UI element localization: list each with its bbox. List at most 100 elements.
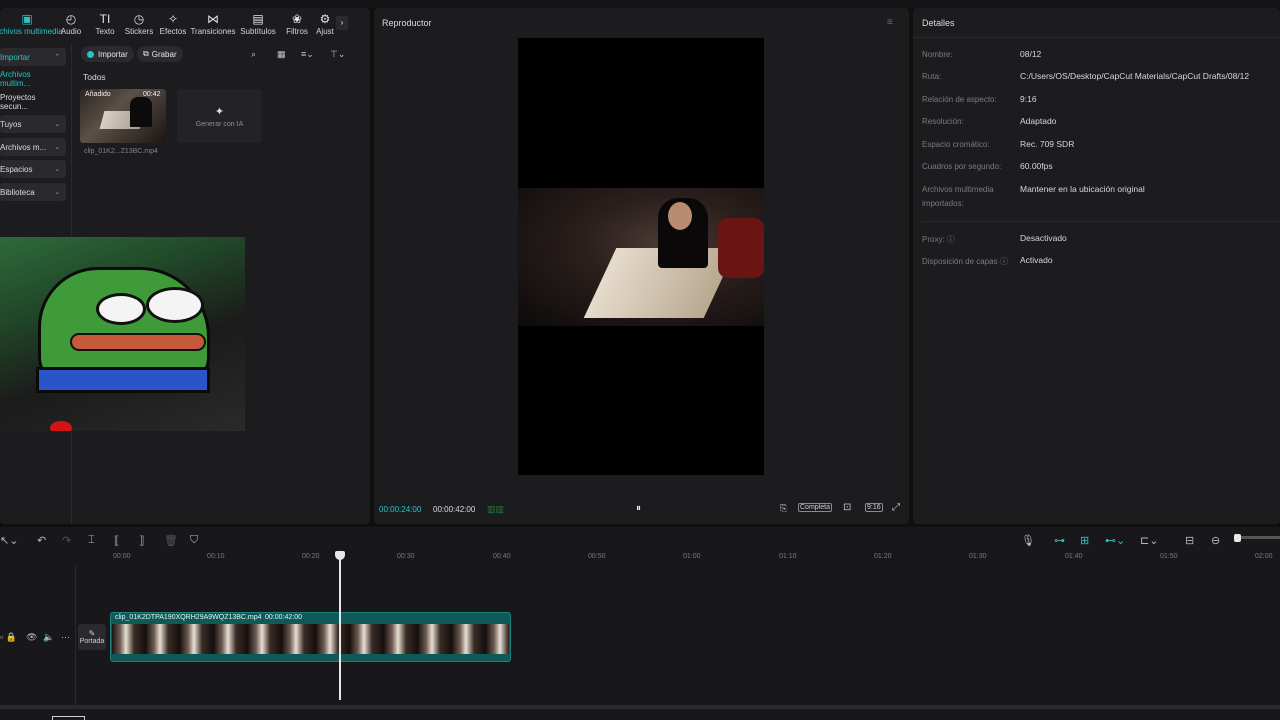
detail-label-colorspace: Espacio cromático:: [922, 140, 990, 149]
tab-audio[interactable]: ◴ Audio: [54, 8, 88, 40]
search-icon[interactable]: ⌕: [251, 49, 256, 60]
audio-icon: ◴: [65, 12, 77, 26]
sidebar-item-yours[interactable]: Tuyos ⌄: [0, 115, 66, 133]
import-icon: [87, 50, 94, 58]
more-options-icon[interactable]: ⋯: [61, 632, 70, 643]
text-icon: TI: [99, 12, 111, 26]
tick-label: 00:00: [113, 553, 131, 560]
undo-icon[interactable]: ↶: [37, 534, 46, 547]
detail-value-layers: Activado: [1020, 255, 1053, 265]
tab-filters[interactable]: ❀ Filtros: [280, 8, 314, 40]
trim-left-icon[interactable]: ⟦: [114, 534, 119, 547]
sidebar-item-library[interactable]: Biblioteca ⌄: [0, 183, 66, 201]
zoom-slider[interactable]: [1235, 536, 1280, 539]
trim-right-icon[interactable]: ⟧: [139, 534, 144, 547]
info-icon[interactable]: ⓘ: [947, 235, 955, 244]
grid-view-icon[interactable]: ▦: [277, 49, 286, 60]
linkage-icon[interactable]: ⊷⌄: [1105, 534, 1125, 547]
tab-effects[interactable]: ✧ Efectos: [156, 8, 190, 40]
import-button[interactable]: Importar: [81, 46, 134, 62]
zoom-out-icon[interactable]: ⊖: [1211, 534, 1220, 547]
caption-icon[interactable]: ⊟: [1185, 534, 1194, 547]
detail-label-aspect: Relación de aspecto:: [922, 95, 997, 104]
fullscreen-icon[interactable]: ⤢: [892, 502, 900, 513]
aspect-ratio-button[interactable]: 9:16: [865, 503, 883, 512]
zoom-fit-icon[interactable]: ⊡: [843, 502, 851, 513]
video-frame: [518, 188, 764, 326]
timeline-scrollbar[interactable]: [0, 705, 1280, 709]
pepe-shirt: [36, 367, 210, 393]
tick-label: 01:10: [779, 553, 797, 560]
pause-icon[interactable]: ⏸: [636, 503, 641, 514]
details-divider: [913, 37, 1280, 38]
generate-with-ai-button[interactable]: ✦ Generar con IA: [177, 89, 262, 143]
zoom-slider-handle[interactable]: [1234, 534, 1241, 542]
tick-label: 01:00: [683, 553, 701, 560]
detail-label-imported-cont: importados:: [922, 199, 964, 208]
pencil-icon: ✎: [88, 629, 96, 638]
playhead[interactable]: [339, 554, 341, 700]
frame-face: [668, 202, 692, 230]
detail-value-path: C:/Users/OS/Desktop/CapCut Materials/Cap…: [1020, 71, 1250, 81]
full-quality-button[interactable]: Completa: [798, 503, 832, 512]
audio-track-icon[interactable]: 🔈: [43, 632, 54, 643]
camera-icon: ⧉: [143, 49, 149, 58]
microphone-icon[interactable]: 🎙: [1021, 534, 1035, 547]
filter-icon[interactable]: ⊤⌄: [330, 49, 345, 60]
pepe-eye-right: [146, 287, 204, 323]
edit-frame-icon[interactable]: ⎘: [780, 503, 787, 514]
effects-icon: ✧: [167, 12, 179, 26]
split-icon[interactable]: ⌶: [88, 534, 95, 547]
details-title: Detalles: [922, 18, 955, 28]
tick-label: 00:50: [588, 553, 606, 560]
clip-duration: 00:42: [143, 91, 161, 98]
record-button[interactable]: ⧉ Grabar: [137, 46, 183, 62]
cover-button[interactable]: ✎ Portada: [78, 624, 106, 650]
tick-label: 01:50: [1160, 553, 1178, 560]
sidebar-item-media-m[interactable]: Archivos m... ⌄: [0, 138, 66, 156]
taskbar-item: [52, 716, 85, 720]
tab-media[interactable]: ▣ Archivos multimedia: [0, 8, 63, 40]
player-title: Reproductor: [382, 18, 432, 28]
detail-value-resolution: Adaptado: [1020, 116, 1057, 126]
marker-icon[interactable]: ⛉: [190, 534, 198, 547]
info-icon[interactable]: ⓘ: [1000, 257, 1008, 266]
detail-label-resolution: Resolución:: [922, 117, 964, 126]
clip-name-label: clip_01K2DTPA190XQRH29A9WQZ13BC.mp4: [115, 614, 262, 621]
preview-axis-icon[interactable]: ⊏⌄: [1140, 534, 1158, 547]
tick-label: 01:40: [1065, 553, 1083, 560]
tick-label: 00:40: [493, 553, 511, 560]
detail-value-aspect: 9:16: [1020, 94, 1037, 104]
pepe-eye-left: [96, 293, 146, 325]
magnet-icon[interactable]: ⊞: [1080, 534, 1089, 547]
menu-icon[interactable]: ≡: [887, 17, 893, 28]
detail-label-path: Ruta:: [922, 72, 942, 81]
sidebar-item-secondary-projects[interactable]: Proyectos secun...: [0, 93, 66, 111]
tab-transitions[interactable]: ⋈ Transiciones: [190, 8, 236, 40]
filters-icon: ❀: [291, 12, 303, 26]
delete-icon[interactable]: 🗑: [164, 534, 178, 547]
lock-track-icon[interactable]: ▫ 🔒: [0, 632, 17, 643]
tab-subtitles[interactable]: ▤ Subtítulos: [236, 8, 280, 40]
cursor-tool-icon[interactable]: ↖⌄: [0, 534, 18, 547]
chevron-down-icon: ⌄: [54, 189, 60, 196]
detail-label-proxy: Proxy: ⓘ: [922, 235, 955, 244]
sidebar-item-media-files[interactable]: Archivos multim...: [0, 70, 66, 88]
toolbar-scroll-right-button[interactable]: ›: [336, 16, 348, 30]
sidebar-item-spaces[interactable]: Espacios ⌄: [0, 160, 66, 178]
detail-value-fps: 60.00fps: [1020, 161, 1053, 171]
detail-label-imported-media: Archivos multimedia: [922, 185, 994, 194]
sort-icon[interactable]: ≡⌄: [301, 49, 314, 60]
sticker-icon: ◷: [133, 12, 145, 26]
tab-adjust[interactable]: ⚙ Ajust: [314, 8, 336, 40]
tab-text[interactable]: TI Texto: [88, 8, 122, 40]
chevron-up-icon: ⌃: [54, 54, 60, 61]
media-icon: ▣: [21, 12, 33, 26]
tab-stickers[interactable]: ◷ Stickers: [122, 8, 156, 40]
filter-all-label: Todos: [83, 72, 106, 82]
redo-icon[interactable]: ↷: [62, 534, 71, 547]
detail-label-name: Nombre:: [922, 50, 953, 59]
sidebar-item-import[interactable]: Importar ⌃: [0, 48, 66, 66]
visibility-icon[interactable]: 👁: [26, 632, 37, 643]
link-main-track-icon[interactable]: ⊶: [1054, 534, 1065, 547]
